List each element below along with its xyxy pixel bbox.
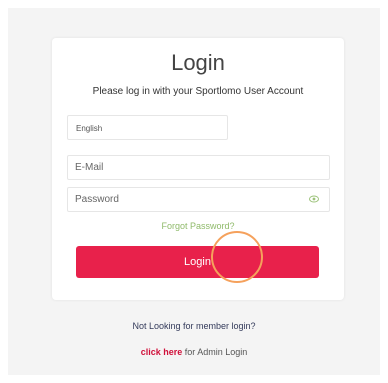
email-placeholder: E-Mail (75, 162, 104, 173)
click-highlight-ring (211, 231, 263, 283)
admin-login-line: click here for Admin Login (0, 347, 388, 357)
password-field[interactable]: Password (67, 187, 330, 212)
login-subtitle: Please log in with your Sportlomo User A… (92, 86, 304, 97)
admin-login-link[interactable]: click here (141, 347, 183, 357)
forgot-password-link[interactable]: Forgot Password? (52, 221, 344, 231)
login-button[interactable]: Login (76, 246, 319, 278)
login-title: Login (171, 50, 225, 75)
admin-login-suffix: for Admin Login (182, 347, 248, 357)
eye-icon[interactable] (309, 195, 319, 203)
password-placeholder: Password (75, 194, 119, 205)
not-member-text: Not Looking for member login? (132, 321, 256, 331)
email-field[interactable]: E-Mail (67, 155, 330, 180)
language-select[interactable]: English (67, 115, 228, 140)
login-card: Login Please log in with your Sportlomo … (52, 38, 344, 300)
